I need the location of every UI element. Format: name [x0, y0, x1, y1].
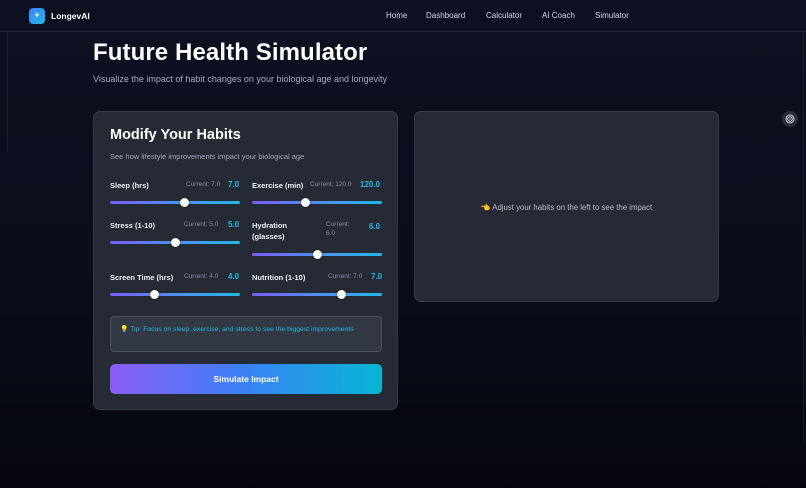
screen-time-slider[interactable]: [110, 290, 240, 299]
left-divider: [7, 32, 8, 152]
brand[interactable]: ⟡ LongevAI: [29, 8, 90, 24]
slider-thumb[interactable]: [300, 198, 310, 207]
habit-current: Current: 4.0: [184, 273, 219, 280]
page-subtitle: Visualize the impact of habit changes on…: [93, 74, 388, 84]
swirl-icon[interactable]: [782, 111, 798, 127]
habit-screen-time: Screen Time (hrs) Current: 4.0 4.0: [110, 272, 241, 299]
habit-label: Stress (1-10): [110, 221, 156, 230]
habits-card-title: Modify Your Habits: [110, 127, 241, 143]
habit-sleep: Sleep (hrs) Current: 7.0 7.0: [110, 180, 241, 207]
nav-link-ai-coach[interactable]: AI Coach: [542, 11, 575, 20]
right-divider: [803, 32, 804, 442]
habit-stress: Stress (1-10) Current: 5.0 5.0: [110, 220, 241, 247]
habit-value: 4.0: [228, 272, 240, 281]
habit-current: Current: 5.0: [184, 221, 219, 228]
habit-value: 120.0: [360, 180, 381, 189]
nav-link-simulator[interactable]: Simulator: [595, 11, 629, 20]
habits-card: Modify Your Habits See how lifestyle imp…: [93, 111, 398, 410]
habit-current: Current: 120.0: [310, 181, 352, 188]
brand-logo-icon: ⟡: [29, 8, 45, 24]
slider-thumb[interactable]: [170, 238, 180, 247]
habit-label: Screen Time (hrs): [110, 273, 174, 282]
slider-thumb[interactable]: [337, 290, 347, 299]
slider-thumb[interactable]: [149, 290, 159, 299]
brand-name: LongevAI: [51, 11, 90, 21]
swirl-icon-svg: [785, 114, 795, 124]
results-placeholder: 👈 Adjust your habits on the left to see …: [480, 203, 653, 212]
top-nav: ⟡ LongevAI Home Dashboard Calculator AI …: [0, 0, 806, 32]
tip-text: 💡 Tip: Focus on sleep, exercise, and str…: [120, 326, 354, 333]
hydration-slider[interactable]: [252, 250, 382, 259]
habit-label: Nutrition (1-10): [252, 273, 306, 282]
slider-thumb[interactable]: [312, 250, 322, 259]
page-title: Future Health Simulator: [93, 39, 368, 66]
habit-label: Exercise (min): [252, 181, 304, 190]
slider-thumb[interactable]: [179, 198, 189, 207]
habit-current: Current: 6.0: [326, 221, 350, 237]
habit-nutrition: Nutrition (1-10) Current: 7.0 7.0: [252, 272, 383, 299]
nav-link-calculator[interactable]: Calculator: [486, 11, 522, 20]
habits-card-subtitle: See how lifestyle improvements impact yo…: [110, 152, 305, 161]
habit-label: Sleep (hrs): [110, 181, 149, 190]
habit-value: 5.0: [228, 220, 240, 229]
stress-slider[interactable]: [110, 238, 240, 247]
results-card: 👈 Adjust your habits on the left to see …: [414, 111, 719, 302]
habit-current: Current: 7.0: [328, 273, 363, 280]
habit-hydration: Hydration (glasses) Current: 6.0 6.0: [252, 220, 383, 259]
habit-current: Current: 7.0: [186, 181, 221, 188]
habit-label: Hydration (glasses): [252, 221, 288, 241]
habit-value: 6.0: [369, 222, 381, 231]
nav-link-home[interactable]: Home: [386, 11, 407, 20]
sleep-slider[interactable]: [110, 198, 240, 207]
tip-box: 💡 Tip: Focus on sleep, exercise, and str…: [110, 316, 382, 352]
simulate-impact-button[interactable]: Simulate Impact: [110, 364, 382, 394]
habit-value: 7.0: [228, 180, 240, 189]
nav-link-dashboard[interactable]: Dashboard: [426, 11, 465, 20]
habit-exercise: Exercise (min) Current: 120.0 120.0: [252, 180, 383, 207]
habit-value: 7.0: [371, 272, 383, 281]
exercise-slider[interactable]: [252, 198, 382, 207]
nutrition-slider[interactable]: [252, 290, 382, 299]
